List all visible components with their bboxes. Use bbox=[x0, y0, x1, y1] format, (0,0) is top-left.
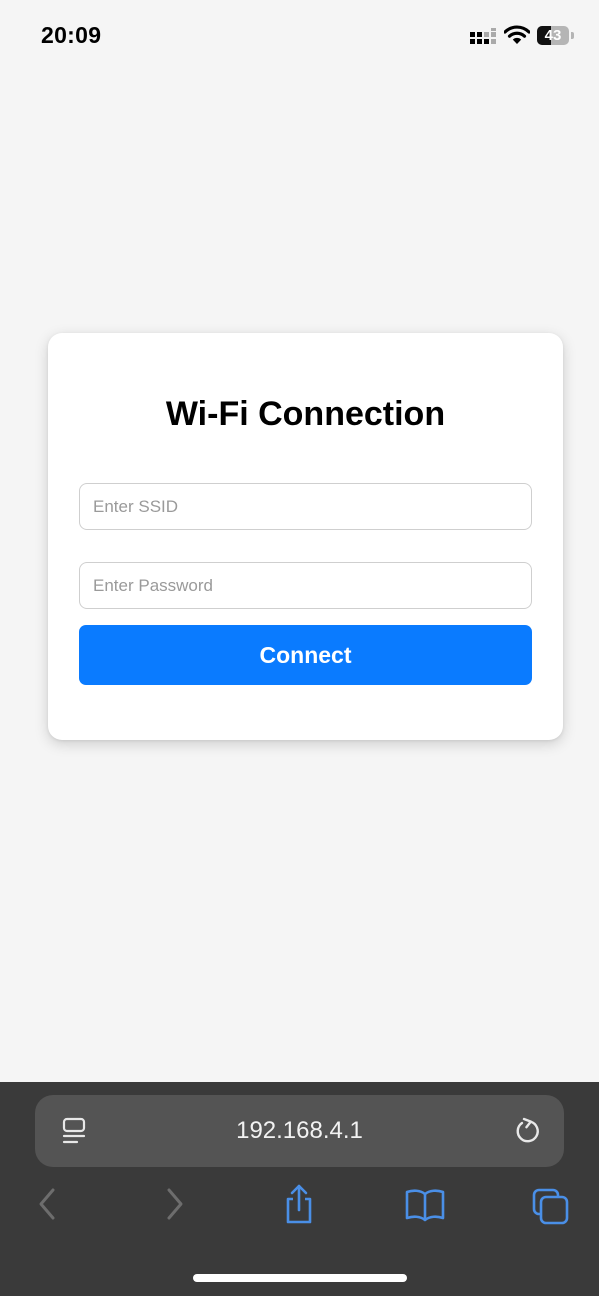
battery-icon: 43 bbox=[537, 26, 569, 45]
address-bar[interactable]: 192.168.4.1 bbox=[35, 1095, 564, 1167]
password-input[interactable] bbox=[79, 562, 532, 609]
battery-level-text: 43 bbox=[544, 27, 562, 44]
status-time: 20:09 bbox=[41, 22, 102, 48]
page-title: Wi-Fi Connection bbox=[165, 395, 446, 433]
share-icon[interactable] bbox=[279, 1182, 319, 1226]
browser-toolbar: 192.168.4.1 bbox=[0, 1082, 599, 1296]
navigation-toolbar bbox=[0, 1182, 599, 1234]
wifi-connection-card: Wi-Fi Connection Connect bbox=[48, 333, 563, 740]
wifi-icon bbox=[504, 25, 530, 44]
screen: 20:09 43 Wi-Fi Connection Connect bbox=[0, 0, 599, 1296]
back-icon[interactable] bbox=[27, 1182, 67, 1226]
home-indicator[interactable] bbox=[193, 1274, 407, 1282]
status-bar: 20:09 43 bbox=[0, 0, 599, 70]
battery-nub bbox=[571, 32, 574, 39]
connect-button[interactable]: Connect bbox=[79, 625, 532, 685]
bookmarks-icon[interactable] bbox=[405, 1182, 445, 1226]
tabs-icon[interactable] bbox=[530, 1182, 570, 1226]
signal-icon bbox=[470, 28, 496, 44]
ssid-input[interactable] bbox=[79, 483, 532, 530]
url-text[interactable]: 192.168.4.1 bbox=[35, 1095, 564, 1167]
reload-icon[interactable] bbox=[514, 1117, 542, 1145]
forward-icon[interactable] bbox=[155, 1182, 195, 1226]
